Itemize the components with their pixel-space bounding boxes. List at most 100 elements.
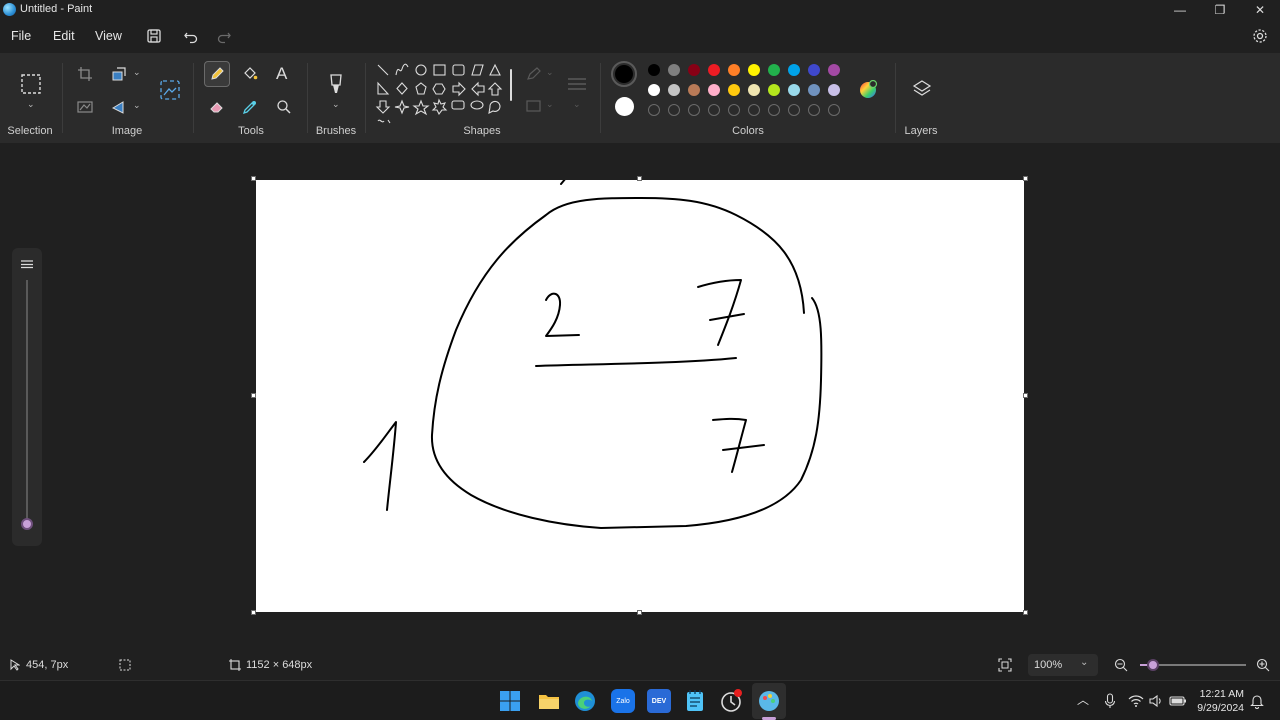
palette-color-swatch[interactable] xyxy=(748,64,760,76)
canvas-resize-handle[interactable] xyxy=(637,176,642,181)
image-creator-icon[interactable] xyxy=(159,79,181,101)
palette-color-swatch[interactable] xyxy=(748,84,760,96)
canvas-resize-handle[interactable] xyxy=(1023,393,1028,398)
restore-button[interactable]: ❐ xyxy=(1200,0,1240,20)
resize-icon[interactable] xyxy=(111,66,127,82)
settings-gear-icon[interactable] xyxy=(1252,28,1268,44)
custom-color-slot[interactable] xyxy=(748,104,760,116)
dev-app-icon[interactable]: DEV xyxy=(647,689,671,713)
brush-size-track[interactable] xyxy=(26,280,28,525)
zalo-app-icon[interactable]: Zalo xyxy=(611,689,635,713)
drawing-canvas[interactable] xyxy=(256,177,1024,612)
undo-icon[interactable] xyxy=(183,28,199,44)
microphone-icon[interactable] xyxy=(1104,693,1116,709)
recording-app-icon[interactable] xyxy=(720,688,744,714)
palette-color-swatch[interactable] xyxy=(768,64,780,76)
remove-background-icon[interactable] xyxy=(77,99,93,115)
canvas-resize-handle[interactable] xyxy=(251,176,256,181)
save-icon[interactable] xyxy=(146,28,162,44)
fill-bucket-icon[interactable] xyxy=(242,66,258,82)
eraser-icon[interactable] xyxy=(209,99,225,115)
notepad-icon[interactable] xyxy=(684,689,706,713)
pencil-icon[interactable] xyxy=(209,66,225,82)
outline-dropdown-chevron-icon[interactable]: ⌄ xyxy=(546,67,554,78)
brush-size-slider-knob[interactable] xyxy=(21,518,33,530)
zoom-slider-knob[interactable] xyxy=(1147,659,1159,671)
line-thickness-icon[interactable] xyxy=(566,75,588,95)
fill-dropdown-chevron-icon[interactable]: ⌄ xyxy=(546,99,554,110)
close-button[interactable]: ✕ xyxy=(1240,0,1280,20)
palette-color-swatch[interactable] xyxy=(828,84,840,96)
magnifier-icon[interactable] xyxy=(276,99,292,115)
canvas-resize-handle[interactable] xyxy=(251,393,256,398)
fit-to-window-icon[interactable] xyxy=(998,658,1012,672)
start-menu-icon[interactable] xyxy=(499,690,521,712)
palette-color-swatch[interactable] xyxy=(788,84,800,96)
rotate-icon[interactable] xyxy=(111,99,127,115)
palette-color-swatch[interactable] xyxy=(648,84,660,96)
canvas-resize-handle[interactable] xyxy=(1023,176,1028,181)
redo-icon[interactable] xyxy=(216,28,232,44)
text-tool-icon[interactable]: A xyxy=(276,64,287,84)
clock-date[interactable]: 9/29/2024 xyxy=(1190,702,1244,714)
palette-color-swatch[interactable] xyxy=(668,64,680,76)
crop-icon[interactable] xyxy=(77,66,93,82)
palette-color-swatch[interactable] xyxy=(788,64,800,76)
brush-icon[interactable] xyxy=(326,73,346,95)
zoom-dropdown[interactable]: 100% ⌄ xyxy=(1028,654,1098,676)
secondary-color-swatch[interactable] xyxy=(615,97,634,116)
custom-color-slot[interactable] xyxy=(828,104,840,116)
custom-color-slot[interactable] xyxy=(688,104,700,116)
palette-color-swatch[interactable] xyxy=(708,84,720,96)
custom-color-slot[interactable] xyxy=(768,104,780,116)
custom-color-slot[interactable] xyxy=(728,104,740,116)
custom-color-slot[interactable] xyxy=(808,104,820,116)
zoom-in-icon[interactable] xyxy=(1256,658,1270,672)
clock-time[interactable]: 12:21 AM xyxy=(1190,688,1244,700)
layers-icon[interactable] xyxy=(912,79,932,99)
canvas-resize-handle[interactable] xyxy=(1023,610,1028,615)
minimize-button[interactable]: — xyxy=(1160,0,1200,20)
custom-color-slot[interactable] xyxy=(668,104,680,116)
palette-color-swatch[interactable] xyxy=(728,64,740,76)
notifications-bell-icon[interactable] xyxy=(1250,693,1264,709)
color-picker-icon[interactable] xyxy=(242,99,258,115)
selection-dropdown-chevron-icon[interactable]: ⌄ xyxy=(27,99,35,110)
palette-color-swatch[interactable] xyxy=(668,84,680,96)
brushes-dropdown-chevron-icon[interactable]: ⌄ xyxy=(332,99,340,110)
shapes-gallery[interactable] xyxy=(372,61,512,125)
palette-color-swatch[interactable] xyxy=(828,64,840,76)
canvas-resize-handle[interactable] xyxy=(637,610,642,615)
show-hidden-icons-chevron-icon[interactable]: ︿ xyxy=(1077,691,1089,708)
shape-fill-icon[interactable] xyxy=(526,99,542,113)
shape-outline-icon[interactable] xyxy=(526,67,542,81)
custom-color-slot[interactable] xyxy=(648,104,660,116)
file-explorer-icon[interactable] xyxy=(537,689,561,713)
wifi-icon[interactable] xyxy=(1128,694,1144,708)
palette-color-swatch[interactable] xyxy=(648,64,660,76)
menu-view[interactable]: View xyxy=(95,29,122,43)
palette-color-swatch[interactable] xyxy=(688,84,700,96)
custom-color-slot[interactable] xyxy=(708,104,720,116)
menu-edit[interactable]: Edit xyxy=(53,29,75,43)
edge-browser-icon[interactable] xyxy=(573,689,597,713)
palette-color-swatch[interactable] xyxy=(768,84,780,96)
palette-color-swatch[interactable] xyxy=(708,64,720,76)
palette-color-swatch[interactable] xyxy=(808,84,820,96)
volume-icon[interactable] xyxy=(1149,694,1163,708)
canvas-resize-handle[interactable] xyxy=(251,610,256,615)
edit-colors-icon[interactable] xyxy=(858,80,878,100)
zoom-out-icon[interactable] xyxy=(1114,658,1128,672)
palette-color-swatch[interactable] xyxy=(728,84,740,96)
menu-file[interactable]: File xyxy=(11,29,31,43)
resize-dropdown-chevron-icon[interactable]: ⌄ xyxy=(133,67,141,78)
rotate-dropdown-chevron-icon[interactable]: ⌄ xyxy=(133,100,141,111)
primary-color-swatch[interactable] xyxy=(615,65,633,83)
battery-icon[interactable] xyxy=(1169,694,1187,708)
palette-color-swatch[interactable] xyxy=(688,64,700,76)
palette-color-swatch[interactable] xyxy=(808,64,820,76)
shapes-scrollbar[interactable] xyxy=(510,69,512,101)
thickness-dropdown-chevron-icon[interactable]: ⌄ xyxy=(573,99,581,110)
custom-color-slot[interactable] xyxy=(788,104,800,116)
selection-icon[interactable] xyxy=(20,73,42,95)
